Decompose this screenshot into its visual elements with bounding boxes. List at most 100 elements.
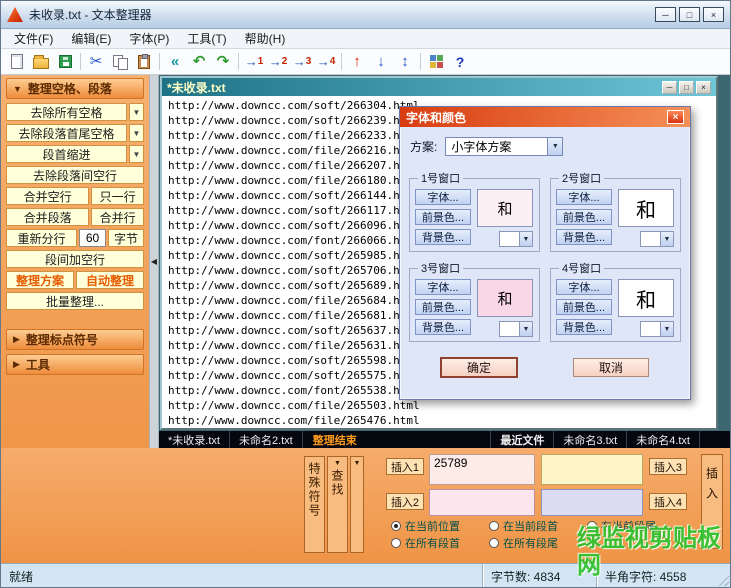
menu-help[interactable]: 帮助(H)	[236, 28, 295, 49]
new-file-button[interactable]	[5, 51, 29, 73]
merge-blank-lines-button[interactable]: 合并空行	[6, 187, 89, 205]
only-one-line-button[interactable]: 只一行	[91, 187, 144, 205]
rewrap-unit-button[interactable]: 字节	[108, 229, 144, 247]
goto-window-3-button[interactable]: →3	[290, 51, 314, 73]
tab-file-3[interactable]: 未命名3.txt	[554, 431, 627, 448]
background-color-button[interactable]: 背景色...	[556, 229, 612, 245]
goto-window-4-button[interactable]: →4	[314, 51, 338, 73]
minimize-button[interactable]: ─	[655, 7, 676, 22]
foreground-color-button[interactable]: 前景色...	[556, 299, 612, 315]
document-title-bar[interactable]: *未收录.txt ─ □ ×	[162, 78, 716, 96]
add-blank-line-button[interactable]: 段间加空行	[6, 250, 144, 268]
font-button[interactable]: 字体...	[415, 189, 471, 205]
foreground-color-button[interactable]: 前景色...	[415, 299, 471, 315]
remove-blank-lines-button[interactable]: 去除段落间空行	[6, 166, 144, 184]
insert-text-field-2[interactable]	[429, 489, 535, 516]
insert-2-button[interactable]: 插入2	[386, 493, 424, 510]
tab-scroll-button[interactable]: ▼	[350, 456, 364, 553]
insert-4-button[interactable]: 插入4	[649, 493, 687, 510]
close-button[interactable]: ×	[703, 7, 724, 22]
ok-button[interactable]: 确定	[441, 358, 517, 377]
save-file-button[interactable]	[53, 51, 77, 73]
redo-button[interactable]: ↷	[211, 51, 235, 73]
section-spaces-paragraphs[interactable]: ▼ 整理空格、段落	[6, 78, 144, 99]
batch-format-button[interactable]: 批量整理...	[6, 292, 144, 310]
background-color-button[interactable]: 背景色...	[415, 319, 471, 335]
sidebar-splitter[interactable]: ◀	[149, 75, 159, 448]
cut-button[interactable]: ✂	[84, 51, 108, 73]
goto-window-2-button[interactable]: →2	[266, 51, 290, 73]
merge-paragraphs-button[interactable]: 合并段落	[6, 208, 89, 226]
chevron-right-icon: ▶	[13, 359, 20, 370]
insert-text-field-3[interactable]	[541, 454, 643, 485]
insert-text-field-4[interactable]	[541, 489, 643, 516]
title-bar[interactable]: 未收录.txt - 文本整理器 ─ □ ×	[1, 1, 730, 29]
insert-1-button[interactable]: 插入1	[386, 458, 424, 475]
format-scheme-button[interactable]: 整理方案	[6, 271, 74, 289]
font-preview: 和	[477, 279, 533, 317]
goto-window-1-button[interactable]: →1	[242, 51, 266, 73]
menu-edit[interactable]: 编辑(E)	[62, 28, 120, 49]
maximize-button[interactable]: □	[679, 7, 700, 22]
background-color-button[interactable]: 背景色...	[415, 229, 471, 245]
indent-first-line-dropdown[interactable]: ▼	[129, 145, 144, 163]
dialog-title-bar[interactable]: 字体和颜色 ×	[400, 107, 690, 127]
font-button[interactable]: 字体...	[556, 279, 612, 295]
menu-file[interactable]: 文件(F)	[5, 28, 62, 49]
background-color-select[interactable]: ▼	[640, 321, 674, 337]
menu-tools[interactable]: 工具(T)	[178, 28, 235, 49]
move-down-button[interactable]: ↓	[369, 51, 393, 73]
tab-file-2[interactable]: 未命名2.txt	[230, 431, 303, 448]
open-file-button[interactable]	[29, 51, 53, 73]
radio-all-paragraph-start[interactable]: 在所有段首	[391, 535, 489, 551]
dialog-close-button[interactable]: ×	[667, 110, 684, 124]
remove-all-spaces-button[interactable]: 去除所有空格	[6, 103, 127, 121]
doc-minimize-button[interactable]: ─	[662, 81, 677, 94]
doc-close-button[interactable]: ×	[696, 81, 711, 94]
swap-button[interactable]: ↕	[393, 51, 417, 73]
merge-lines-button[interactable]: 合并行	[91, 208, 144, 226]
radio-all-paragraph-end[interactable]: 在所有段尾	[489, 535, 587, 551]
insert-vertical-button[interactable]: 插入	[701, 454, 723, 549]
trim-paragraph-spaces-button[interactable]: 去除段落首尾空格	[6, 124, 127, 142]
tab-file-4[interactable]: 未命名4.txt	[627, 431, 700, 448]
background-color-select[interactable]: ▼	[499, 231, 533, 247]
trim-paragraph-spaces-dropdown[interactable]: ▼	[129, 124, 144, 142]
radio-current-paragraph-start[interactable]: 在当前段首	[489, 518, 587, 534]
insert-3-button[interactable]: 插入3	[649, 458, 687, 475]
insert-text-field-1[interactable]: 25789	[429, 454, 535, 485]
background-color-button[interactable]: 背景色...	[556, 319, 612, 335]
recent-files-button[interactable]: 最近文件	[490, 431, 554, 448]
section-title: 工具	[26, 356, 50, 373]
cancel-button[interactable]: 取消	[573, 358, 649, 377]
move-up-button[interactable]: ↑	[345, 51, 369, 73]
indent-first-line-button[interactable]: 段首缩进	[6, 145, 127, 163]
tab-special-symbols[interactable]: 特殊符号	[304, 456, 325, 553]
section-tools[interactable]: ▶ 工具	[6, 354, 144, 375]
font-button[interactable]: 字体...	[415, 279, 471, 295]
toolbar: ✂ « ↶ ↷ →1 →2 →3 →4 ↑ ↓ ↕ ?	[1, 49, 730, 75]
auto-format-button[interactable]: 自动整理	[76, 271, 144, 289]
scheme-select[interactable]: 小字体方案 ▼	[445, 137, 563, 156]
doc-maximize-button[interactable]: □	[679, 81, 694, 94]
menu-font[interactable]: 字体(P)	[120, 28, 178, 49]
paste-button[interactable]	[132, 51, 156, 73]
remove-all-spaces-dropdown[interactable]: ▼	[129, 103, 144, 121]
radio-current-position[interactable]: 在当前位置	[391, 518, 489, 534]
undo-button[interactable]: ↶	[187, 51, 211, 73]
help-button[interactable]: ?	[448, 51, 472, 73]
tile-windows-button[interactable]	[424, 51, 448, 73]
background-color-select[interactable]: ▼	[499, 321, 533, 337]
foreground-color-button[interactable]: 前景色...	[415, 209, 471, 225]
section-punctuation[interactable]: ▶ 整理标点符号	[6, 329, 144, 350]
font-button[interactable]: 字体...	[556, 189, 612, 205]
tab-file-1[interactable]: *未收录.txt	[159, 431, 230, 448]
go-first-button[interactable]: «	[163, 51, 187, 73]
tab-find[interactable]: ▼ 查找	[327, 456, 348, 553]
copy-button[interactable]	[108, 51, 132, 73]
background-color-select[interactable]: ▼	[640, 231, 674, 247]
foreground-color-button[interactable]: 前景色...	[556, 209, 612, 225]
rewrap-width-input[interactable]: 60	[79, 229, 106, 247]
radio-current-paragraph-end[interactable]: 在当前段尾	[587, 518, 685, 534]
rewrap-button[interactable]: 重新分行	[6, 229, 77, 247]
